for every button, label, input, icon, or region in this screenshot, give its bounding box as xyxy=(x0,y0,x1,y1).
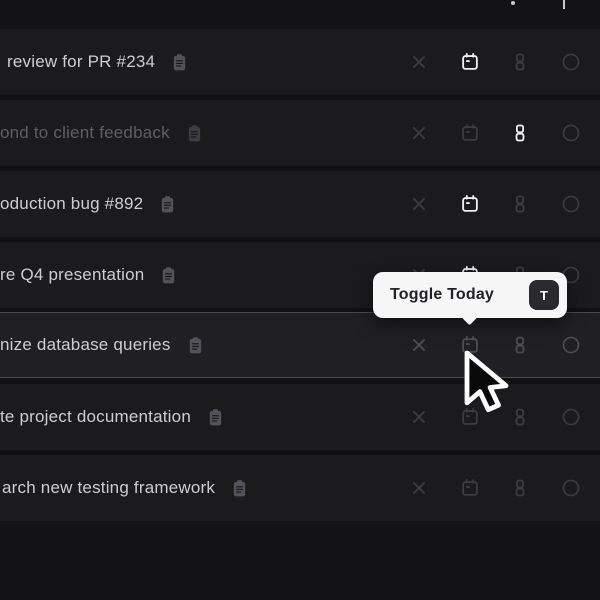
status-circle-icon[interactable] xyxy=(560,334,582,356)
tooltip-toggle-today: Toggle Today T xyxy=(373,272,567,318)
status-circle-icon[interactable] xyxy=(560,193,582,215)
task-title: nize database queries xyxy=(0,335,171,355)
dismiss-x-icon[interactable] xyxy=(408,477,430,499)
task-title: oduction bug #892 xyxy=(0,194,143,214)
hourglass-icon[interactable] xyxy=(509,122,531,144)
hourglass-icon[interactable] xyxy=(509,193,531,215)
task-row[interactable]: arch new testing framework xyxy=(0,455,600,521)
calendar-icon[interactable] xyxy=(459,477,481,499)
status-circle-icon[interactable] xyxy=(560,51,582,73)
status-circle-icon[interactable] xyxy=(560,477,582,499)
section-header-partial xyxy=(0,0,600,29)
task-main: te project documentation xyxy=(0,384,226,450)
plus-icon[interactable] xyxy=(563,0,565,9)
task-row-hovered[interactable]: nize database queries xyxy=(0,312,600,378)
task-title: ond to client feedback xyxy=(0,123,170,143)
hourglass-icon[interactable] xyxy=(509,477,531,499)
clipboard-notes-icon xyxy=(229,478,250,499)
task-main: re Q4 presentation xyxy=(0,242,179,308)
task-title: arch new testing framework xyxy=(2,478,215,498)
clipboard-notes-icon xyxy=(158,265,179,286)
calendar-icon[interactable] xyxy=(459,122,481,144)
task-row[interactable]: review for PR #234 xyxy=(0,29,600,95)
app-window: review for PR #234 ond to client feedbac… xyxy=(0,0,600,600)
dismiss-x-icon[interactable] xyxy=(408,406,430,428)
task-main: review for PR #234 xyxy=(0,29,190,95)
dismiss-x-icon[interactable] xyxy=(408,122,430,144)
task-title: te project documentation xyxy=(0,407,191,427)
task-main: arch new testing framework xyxy=(0,455,250,521)
task-row[interactable]: te project documentation xyxy=(0,384,600,450)
calendar-icon[interactable] xyxy=(459,193,481,215)
task-title: re Q4 presentation xyxy=(0,265,144,285)
task-row[interactable]: oduction bug #892 xyxy=(0,171,600,237)
calendar-icon[interactable] xyxy=(459,51,481,73)
clipboard-notes-icon xyxy=(169,52,190,73)
shortcut-key-badge: T xyxy=(529,280,559,310)
task-main: nize database queries xyxy=(0,313,206,377)
clipboard-notes-icon xyxy=(184,123,205,144)
hourglass-icon[interactable] xyxy=(509,51,531,73)
task-row[interactable]: ond to client feedback xyxy=(0,100,600,166)
hourglass-icon[interactable] xyxy=(509,334,531,356)
task-main: oduction bug #892 xyxy=(0,171,178,237)
dismiss-x-icon[interactable] xyxy=(408,51,430,73)
clipboard-notes-icon xyxy=(205,407,226,428)
dismiss-x-icon[interactable] xyxy=(408,193,430,215)
calendar-icon[interactable] xyxy=(459,406,481,428)
clipboard-notes-icon xyxy=(157,194,178,215)
status-circle-icon[interactable] xyxy=(560,122,582,144)
task-main: ond to client feedback xyxy=(0,100,205,166)
kebab-menu-icon[interactable] xyxy=(511,1,515,5)
task-title: review for PR #234 xyxy=(7,52,155,72)
bottom-bar xyxy=(0,521,600,600)
clipboard-notes-icon xyxy=(185,335,206,356)
calendar-icon[interactable] xyxy=(459,334,481,356)
status-circle-icon[interactable] xyxy=(560,406,582,428)
hourglass-icon[interactable] xyxy=(509,406,531,428)
tooltip-label: Toggle Today xyxy=(390,286,494,304)
dismiss-x-icon[interactable] xyxy=(408,334,430,356)
